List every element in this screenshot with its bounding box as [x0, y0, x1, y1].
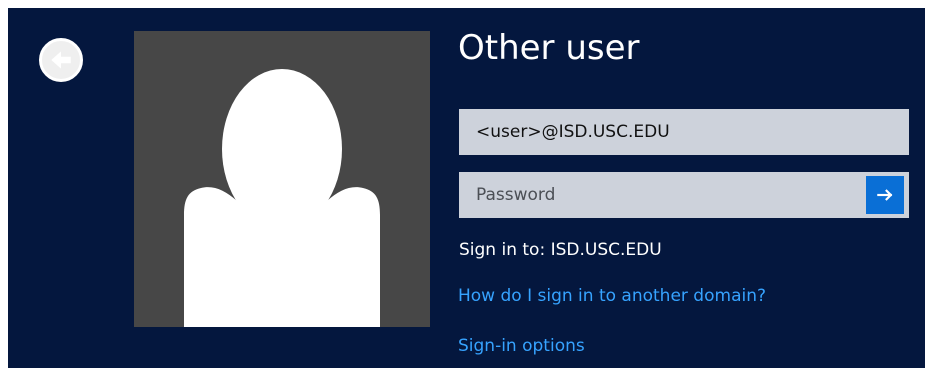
back-button[interactable] — [39, 38, 83, 82]
arrow-left-icon — [51, 51, 71, 69]
sign-in-options-link[interactable]: Sign-in options — [458, 334, 585, 358]
password-field[interactable] — [459, 172, 909, 218]
arrow-right-icon — [877, 189, 893, 201]
sign-in-domain-text: Sign in to: ISD.USC.EDU — [459, 240, 662, 260]
submit-button[interactable] — [866, 176, 904, 214]
login-screen: Other user Sign in to: ISD.USC.EDU How d… — [8, 8, 925, 368]
username-field[interactable] — [459, 109, 909, 155]
user-avatar — [134, 31, 430, 327]
another-domain-help-link[interactable]: How do I sign in to another domain? — [458, 284, 766, 308]
default-user-icon — [184, 69, 380, 327]
page-title: Other user — [458, 28, 640, 68]
